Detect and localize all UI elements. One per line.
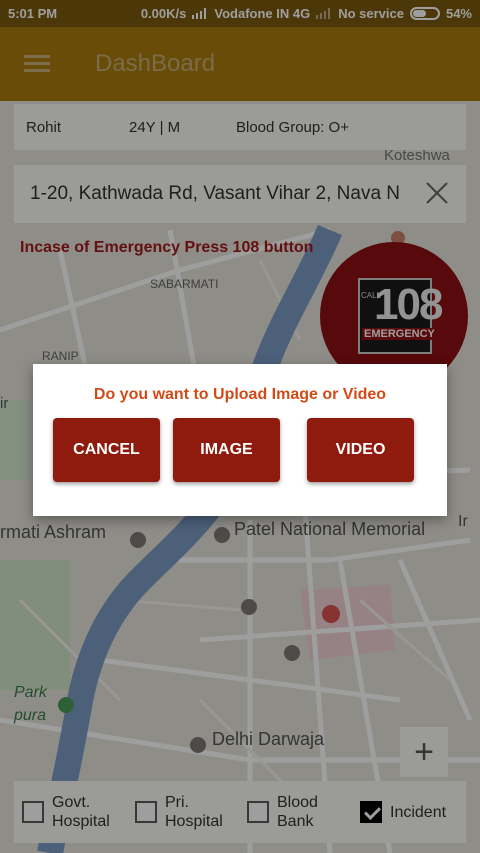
dialog-message: Do you want to Upload Image or Video — [93, 386, 387, 403]
app-root: 5:01 PM 0.00K/s Vodafone IN 4G No servic… — [0, 0, 480, 853]
video-button[interactable]: VIDEO — [307, 418, 414, 482]
upload-dialog: Do you want to Upload Image or Video CAN… — [33, 364, 447, 516]
image-button[interactable]: IMAGE — [173, 418, 280, 482]
cancel-button[interactable]: CANCEL — [53, 418, 160, 482]
